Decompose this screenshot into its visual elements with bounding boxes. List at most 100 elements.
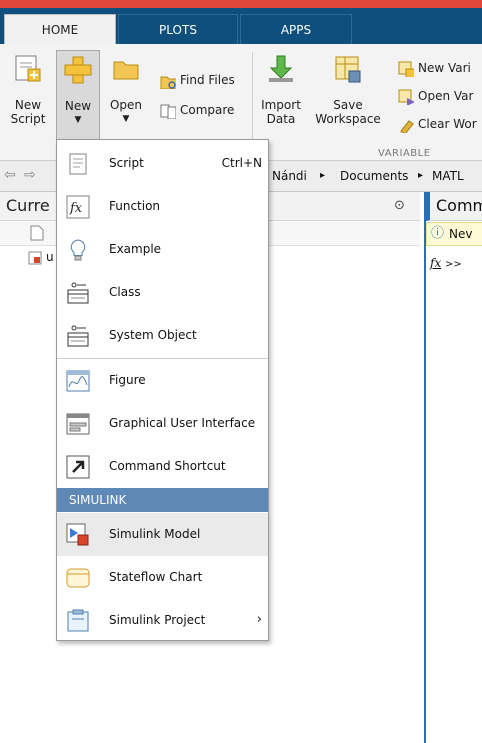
new-script-icon [15, 55, 41, 82]
import-label-1: Import [261, 98, 301, 112]
new-dropdown-button[interactable]: New ▼ [56, 50, 100, 148]
menu-item-script[interactable]: Script Ctrl+N [57, 142, 268, 185]
save-label-1: Save [333, 98, 363, 112]
simulink-project-icon [67, 609, 89, 632]
menu-item-label: Simulink Project [109, 613, 206, 627]
new-label: New [64, 99, 92, 113]
open-label: Open [109, 98, 143, 112]
chevron-down-icon: ▼ [74, 115, 82, 125]
menu-item-label: Simulink Model [109, 527, 201, 541]
menu-item-gui[interactable]: Graphical User Interface [57, 402, 268, 445]
fx-icon[interactable]: fx [430, 256, 441, 270]
menu-item-label: System Object [109, 328, 197, 342]
info-icon: ⓘ [431, 226, 445, 241]
menu-item-stateflow-chart[interactable]: Stateflow Chart [57, 556, 268, 599]
open-button[interactable]: Open ▼ [104, 54, 148, 144]
ribbon-tab-bar: HOME PLOTS APPS [0, 8, 482, 45]
file-row-label: u [46, 250, 54, 264]
menu-item-label: Graphical User Interface [109, 416, 256, 430]
prompt-symbol: >> [445, 259, 462, 270]
clear-workspace-button[interactable]: Clear Wor [398, 114, 477, 134]
script-icon [69, 153, 87, 175]
find-files-icon [160, 76, 176, 89]
breadcrumb-separator: ▸ [418, 170, 424, 181]
clear-workspace-label: Clear Wor [418, 117, 477, 131]
example-lightbulb-icon [70, 239, 86, 261]
menu-item-example[interactable]: Example [57, 228, 268, 271]
menu-item-label: Class [109, 285, 141, 299]
save-label-2: Workspace [315, 112, 381, 126]
open-variable-button[interactable]: Open Var [398, 86, 473, 106]
import-data-button[interactable]: Import Data [258, 54, 304, 144]
title-strip [0, 0, 482, 8]
menu-item-class[interactable]: Class [57, 271, 268, 314]
breadcrumb-documents[interactable]: Documents [340, 169, 408, 183]
figure-icon [66, 370, 90, 392]
menu-item-simulink-model[interactable]: Simulink Model [57, 513, 268, 556]
menu-item-label: Command Shortcut [109, 459, 226, 473]
chevron-down-icon: ▼ [122, 114, 130, 124]
open-variable-label: Open Var [418, 89, 474, 103]
new-variable-label: New Vari [418, 61, 471, 75]
stateflow-chart-icon [66, 568, 90, 588]
new-script-label-1: New [14, 98, 42, 112]
clear-workspace-icon [400, 119, 414, 133]
menu-item-label: Script [109, 156, 144, 170]
submenu-arrow-icon: › [256, 612, 262, 627]
menu-item-system-object[interactable]: System Object [57, 314, 268, 357]
tab-apps[interactable]: APPS [240, 14, 352, 45]
menu-item-function[interactable]: fx Function [57, 185, 268, 228]
new-variable-icon [398, 61, 414, 77]
new-variable-button[interactable]: New Vari [398, 58, 471, 78]
banner-text: Nev [449, 227, 473, 241]
menu-item-simulink-project[interactable]: Simulink Project › [57, 599, 268, 642]
menu-item-shortcut: Ctrl+N [221, 156, 262, 170]
save-workspace-icon [335, 56, 361, 83]
new-script-label-2: Script [10, 112, 46, 126]
compare-label: Compare [180, 103, 235, 117]
menu-item-figure[interactable]: Figure [57, 359, 268, 402]
current-folder-title: Curre [6, 196, 50, 215]
breadcrumb-user[interactable]: Nándi [272, 169, 307, 183]
system-object-icon [67, 325, 89, 347]
simulink-section-header: SIMULINK [57, 488, 268, 512]
menu-item-label: Stateflow Chart [109, 570, 203, 584]
breadcrumb-separator: ▸ [320, 170, 326, 181]
menu-item-label: Function [109, 199, 161, 213]
svg-text:fx: fx [69, 201, 83, 216]
command-window-header: Comm [426, 192, 482, 221]
compare-button[interactable]: Compare [160, 100, 234, 120]
import-label-2: Data [266, 112, 296, 126]
new-dropdown-menu: Script Ctrl+N fx Function Example Class [56, 139, 269, 641]
file-icon [30, 225, 44, 241]
open-variable-icon [398, 89, 414, 105]
compare-icon [160, 104, 176, 119]
breadcrumb-matlab[interactable]: MATL [432, 169, 464, 183]
save-workspace-button[interactable]: Save Workspace [310, 54, 386, 144]
find-files-label: Find Files [180, 73, 235, 87]
panel-options-icon[interactable]: ⊙ [394, 192, 405, 220]
find-files-button[interactable]: Find Files [160, 70, 235, 90]
command-shortcut-icon [66, 455, 90, 479]
command-window-focus-bar [424, 192, 426, 743]
folder-icon [113, 61, 139, 80]
back-arrow-icon[interactable]: ⇦ [4, 167, 16, 183]
tab-home[interactable]: HOME [4, 14, 116, 45]
forward-arrow-icon[interactable]: ⇨ [24, 167, 36, 183]
ribbon-divider [252, 52, 253, 148]
model-file-icon [28, 251, 42, 265]
simulink-model-icon [66, 523, 89, 546]
command-window-title: Comm [436, 196, 482, 215]
gui-icon [66, 413, 90, 435]
menu-item-label: Example [109, 242, 162, 256]
command-window-banner[interactable]: ⓘ Nev [426, 222, 482, 246]
command-prompt[interactable]: fx >> [430, 256, 462, 270]
tab-plots[interactable]: PLOTS [118, 14, 238, 45]
function-icon: fx [66, 195, 90, 219]
new-script-button[interactable]: New Script [6, 54, 50, 144]
menu-item-command-shortcut[interactable]: Command Shortcut [57, 445, 268, 488]
import-arrow-icon [269, 55, 293, 82]
command-window-panel: Comm ⓘ Nev fx >> [420, 192, 482, 743]
menu-item-label: Figure [109, 373, 146, 387]
new-plus-icon [64, 56, 92, 84]
